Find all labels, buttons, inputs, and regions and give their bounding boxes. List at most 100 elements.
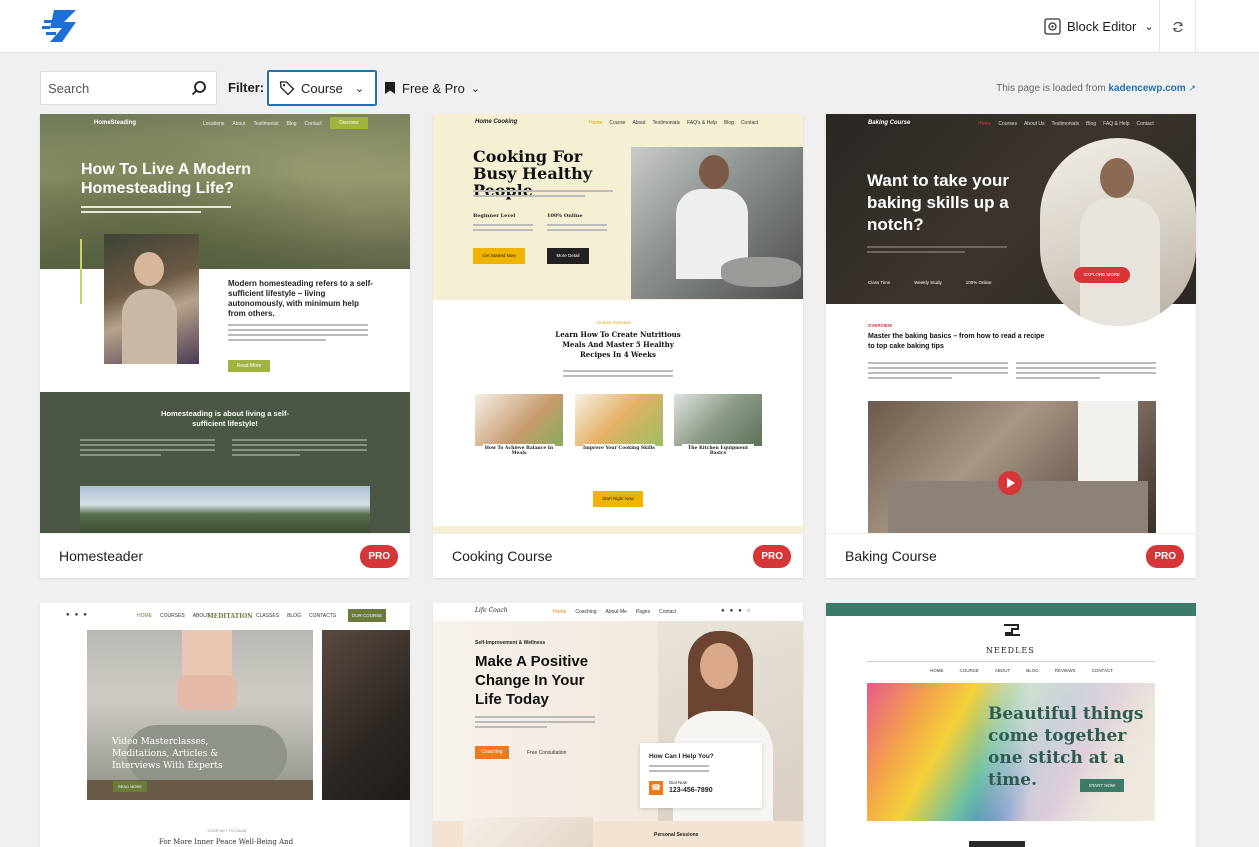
preview-nav-item: FAQ's & Help	[687, 120, 717, 126]
preview-video	[868, 401, 1156, 533]
preview-nav-item: Blog	[723, 120, 734, 126]
preview-stat: Weekly Study	[914, 280, 942, 285]
preview-stat: Class Time	[868, 280, 891, 285]
card-footer: Baking Course PRO	[826, 533, 1196, 578]
search-input[interactable]	[41, 72, 181, 104]
preview-nav-item: Course	[609, 120, 626, 126]
preview-online-label: 100% Online	[547, 213, 583, 219]
template-card-baking-course[interactable]: Baking Course Home Courses About Us Test…	[826, 114, 1196, 578]
sewing-machine-icon	[1002, 623, 1022, 637]
preview-nav-item: Blog	[286, 121, 297, 127]
source-note-text: This page is loaded from	[996, 83, 1106, 94]
preview-kicker: Self-Improvement & Wellness	[475, 640, 546, 646]
preview-nav-item: About Us	[1023, 121, 1045, 127]
preview-hero-title: Want to take your baking skills up a not…	[867, 171, 1009, 234]
preview-nav-item: Courses	[998, 121, 1017, 127]
preview-brand: Home Cooking	[475, 119, 518, 125]
template-card-cooking-course[interactable]: Home Cooking Home Course About Testimoni…	[433, 114, 803, 578]
preview-secondary-button: More Detail	[547, 248, 589, 264]
preview-nav-item: Locations	[203, 121, 225, 127]
preview-tile	[475, 394, 563, 446]
template-card-life-coaching[interactable]: Life Coach Home Coaching About Me Pages …	[433, 603, 803, 847]
preview-nav-item: CLASSES	[256, 613, 280, 619]
preview-nav-item: About	[632, 120, 646, 126]
template-preview: HomeSteading Locations About Testimonial…	[40, 114, 410, 533]
preview-overview-label: OVERVIEW	[868, 323, 893, 328]
preview-nav-item: Contact	[740, 120, 759, 126]
tier-value: Free & Pro	[402, 80, 465, 96]
card-title: Baking Course	[845, 548, 937, 564]
preview-bottom-button: Start Right Now	[593, 491, 643, 507]
top-bar: Block Editor ⌄	[0, 0, 1259, 53]
preview-nav-item: REVIEWS	[1054, 668, 1076, 673]
preview-kicker: YOUR KEY TO CALM	[207, 828, 247, 833]
preview-explore-button: EXPLORE MORE	[1074, 267, 1130, 283]
preview-tile	[575, 394, 663, 446]
preview-section-title: Learn How To Create Nutritious Meals And…	[555, 330, 681, 359]
preview-cta: OUR COURSE	[348, 609, 386, 622]
template-card-meditation[interactable]: ●●● HOME COURSES ABOUT MEDITATION CLASSE…	[40, 603, 410, 847]
preview-help-box: How Can I Help You? ☎ Dial Now 123-456-7…	[640, 743, 762, 808]
preview-nav-item: About Me	[605, 609, 627, 615]
preview-brand: Baking Course	[868, 120, 911, 126]
phone-icon: ☎	[649, 781, 663, 795]
chevron-down-icon: ⌄	[1144, 21, 1154, 33]
preview-nav-item: Coaching	[575, 609, 597, 615]
preview-brand: HomeSteading	[94, 120, 137, 126]
category-dropdown[interactable]: Course ⌄	[267, 70, 377, 106]
preview-nav-item: HOME	[137, 613, 152, 619]
tier-dropdown[interactable]: Free & Pro ⌄	[384, 70, 480, 106]
preview-nav-item: COURSE	[959, 668, 979, 673]
preview-stats: Class Time Weekly Study 100% Online	[868, 280, 991, 285]
preview-bottom-label: Personal Sessions	[654, 832, 699, 838]
bookmark-icon	[385, 82, 395, 94]
card-footer: Cooking Course PRO	[433, 533, 803, 578]
preview-nav: Locations About Testimonial Blog Contact	[203, 121, 322, 127]
card-footer: Homesteader PRO	[40, 533, 410, 578]
preview-yoga-photo	[87, 630, 313, 800]
template-preview: Home Cooking Home Course About Testimoni…	[433, 114, 803, 533]
block-editor-icon	[1044, 18, 1061, 35]
preview-brand: MEDITATION	[207, 613, 253, 620]
template-preview: NEEDLES HOME COURSE ABOUT BLOG REVIEWS C…	[826, 603, 1196, 847]
search-icon[interactable]	[191, 80, 207, 96]
source-note: This page is loaded from kadencewp.com ↗	[996, 83, 1196, 94]
source-link[interactable]: kadencewp.com	[1108, 83, 1185, 94]
block-editor-dropdown[interactable]: Block Editor ⌄	[1036, 0, 1159, 53]
tag-icon	[279, 81, 295, 96]
sync-button[interactable]	[1159, 0, 1196, 53]
block-editor-label: Block Editor	[1067, 19, 1137, 34]
template-card-needles[interactable]: NEEDLES HOME COURSE ABOUT BLOG REVIEWS C…	[826, 603, 1196, 847]
template-preview: Life Coach Home Coaching About Me Pages …	[433, 603, 803, 847]
preview-nav-item: Contact	[1136, 121, 1154, 127]
preview-hero-title: Make A Positive Change In Your Life Toda…	[475, 653, 589, 708]
preview-section-title: Master the baking basics – from how to r…	[868, 333, 1045, 350]
filter-label: Filter:	[228, 80, 265, 95]
preview-brand: NEEDLES	[986, 646, 1035, 655]
preview-nav-item: BLOG	[1026, 668, 1039, 673]
preview-button: Read More	[228, 360, 270, 372]
preview-hero-title: How To Live A Modern Homesteading Life?	[81, 161, 252, 197]
preview-hero-title: Video Masterclasses, Meditations, Articl…	[112, 737, 223, 771]
template-card-homesteader[interactable]: HomeSteading Locations About Testimonial…	[40, 114, 410, 578]
preview-side-photo	[322, 630, 410, 800]
preview-nav-item: Home	[553, 609, 567, 615]
preview-cta: Discover	[330, 117, 368, 129]
preview-stat: 100% Online	[965, 280, 992, 285]
card-title: Homesteader	[59, 548, 144, 564]
preview-nav-item: COURSES	[160, 613, 185, 619]
social-icons: ●●●	[66, 612, 92, 618]
preview-nav-right: CLASSES BLOG CONTACTS	[256, 613, 336, 619]
preview-hero-title: Beautiful things come together one stitc…	[988, 704, 1144, 790]
chevron-down-icon: ⌄	[354, 82, 365, 95]
template-preview: Baking Course Home Courses About Us Test…	[826, 114, 1196, 533]
preview-primary-button: Coaching	[475, 746, 509, 759]
kadence-logo-icon	[42, 10, 76, 42]
preview-nav-item: CONTACT	[1091, 668, 1113, 673]
play-icon	[998, 471, 1022, 495]
preview-tile	[674, 394, 762, 446]
external-link-icon: ↗	[1188, 83, 1196, 93]
preview-nav-item: CONTACTS	[308, 613, 337, 619]
social-icons: ●●●○	[721, 608, 756, 614]
preview-tile-title: The Kitchen Equipment Basics	[682, 444, 754, 464]
